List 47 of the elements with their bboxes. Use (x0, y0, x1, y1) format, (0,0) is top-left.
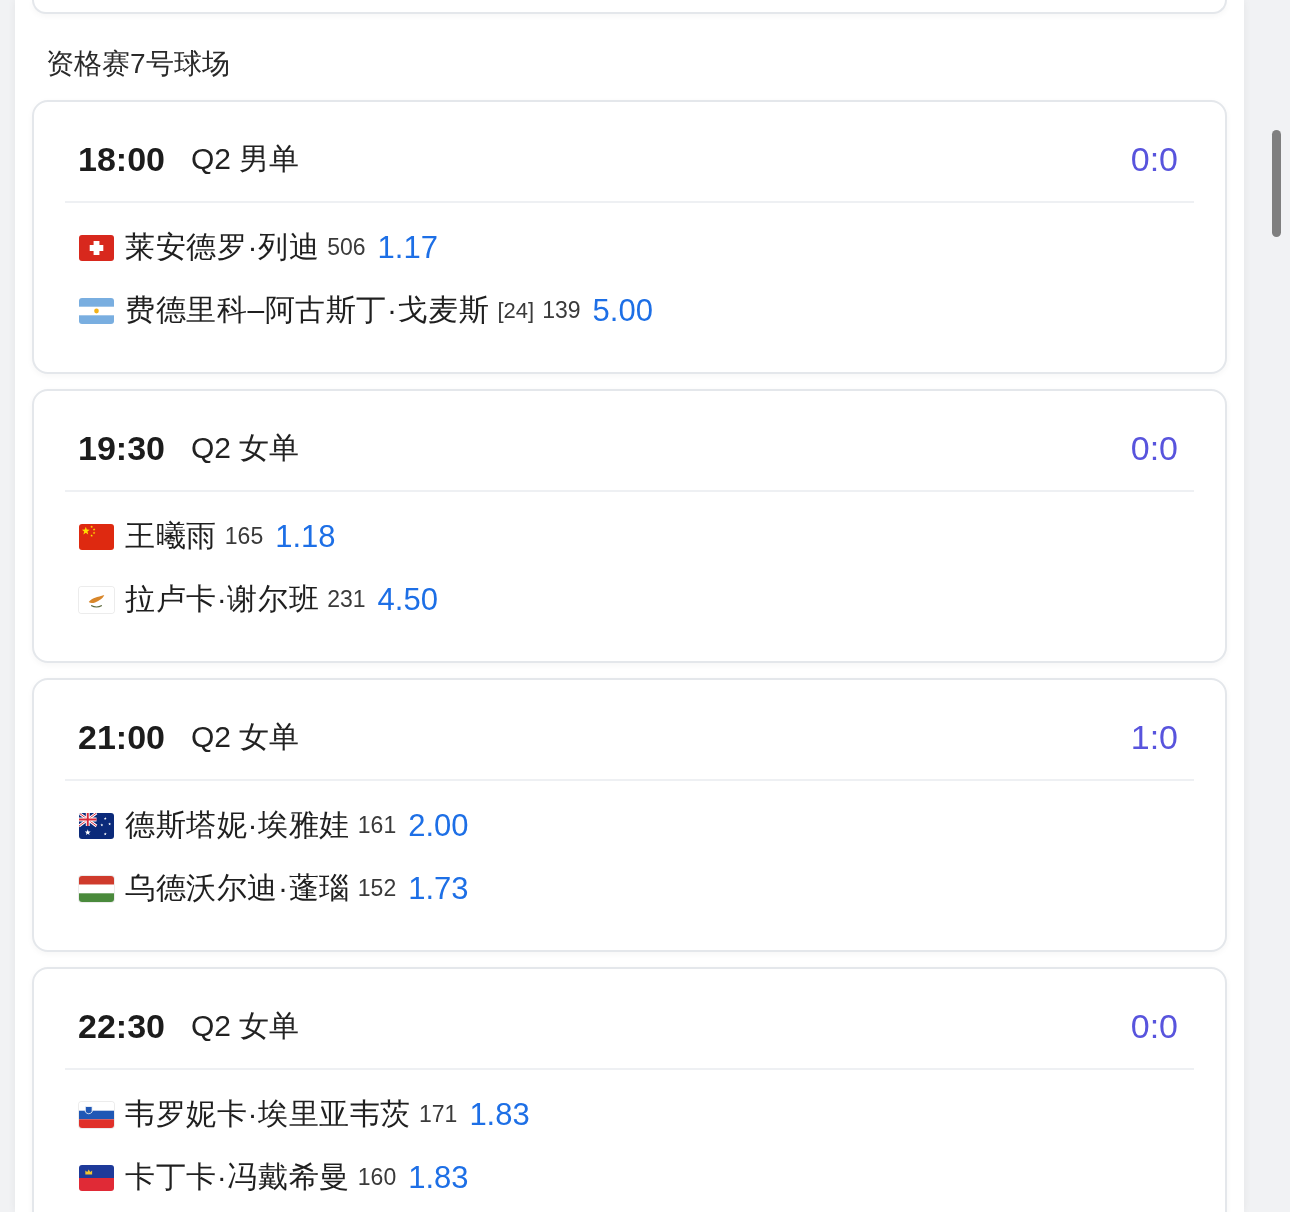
player-seed: [24] (497, 297, 535, 324)
player-odds: 1.83 (408, 1159, 469, 1196)
player-odds: 5.00 (592, 292, 653, 329)
player-name: 卡丁卡·冯戴希曼 (125, 1159, 350, 1195)
player-rank: 165 (224, 523, 264, 550)
player-name: 德斯塔妮·埃雅娃 (125, 807, 350, 843)
slovenian-flag-icon (79, 1101, 114, 1128)
player-name: 费德里科–阿古斯丁·戈麦斯 (125, 292, 490, 328)
chinese-flag-icon (79, 523, 114, 550)
player-odds: 1.17 (377, 229, 438, 266)
section-title: 资格赛7号球场 (46, 47, 230, 81)
player-rank: 139 (542, 297, 581, 324)
player-rank: 161 (357, 812, 397, 839)
player-odds: 2.00 (408, 807, 469, 844)
player-name: 拉卢卡·谢尔班 (125, 581, 320, 617)
swiss-flag-icon (79, 234, 114, 261)
liechtenstein-flag-icon (79, 1164, 114, 1191)
match-score: 0:0 (1130, 1007, 1178, 1045)
australian-flag-icon (79, 812, 114, 839)
player-odds: 1.18 (275, 518, 336, 555)
player-name: 莱安德罗·列迪 (125, 229, 320, 265)
match-score: 0:0 (1130, 140, 1178, 178)
argentine-flag-icon (79, 297, 114, 324)
player-rank: 231 (327, 586, 366, 613)
match-event: Q2 女单 (190, 1008, 300, 1044)
scrollbar-thumb[interactable] (1272, 130, 1281, 237)
cypriot-flag-icon (79, 586, 114, 613)
match-score: 1:0 (1130, 718, 1178, 756)
match-time: 22:30 (78, 1007, 165, 1045)
player-name: 韦罗妮卡·埃里亚韦茨 (125, 1096, 411, 1132)
match-score: 0:0 (1130, 429, 1178, 467)
match-event: Q2 女单 (190, 719, 300, 755)
match-time: 19:30 (78, 429, 165, 467)
player-name: 王曦雨 (125, 518, 217, 554)
player-rank: 506 (327, 234, 366, 261)
player-rank: 152 (357, 875, 397, 902)
player-name: 乌德沃尔迪·蓬瑙 (125, 870, 350, 906)
match-event: Q2 男单 (190, 141, 300, 177)
hungarian-flag-icon (79, 875, 114, 902)
player-rank: 160 (357, 1164, 397, 1191)
player-odds: 4.50 (377, 581, 438, 618)
match-event: Q2 女单 (190, 430, 300, 466)
player-odds: 1.73 (408, 870, 469, 907)
player-odds: 1.83 (469, 1096, 530, 1133)
match-time: 21:00 (78, 718, 165, 756)
player-rank: 171 (419, 1101, 458, 1128)
match-time: 18:00 (78, 140, 165, 178)
